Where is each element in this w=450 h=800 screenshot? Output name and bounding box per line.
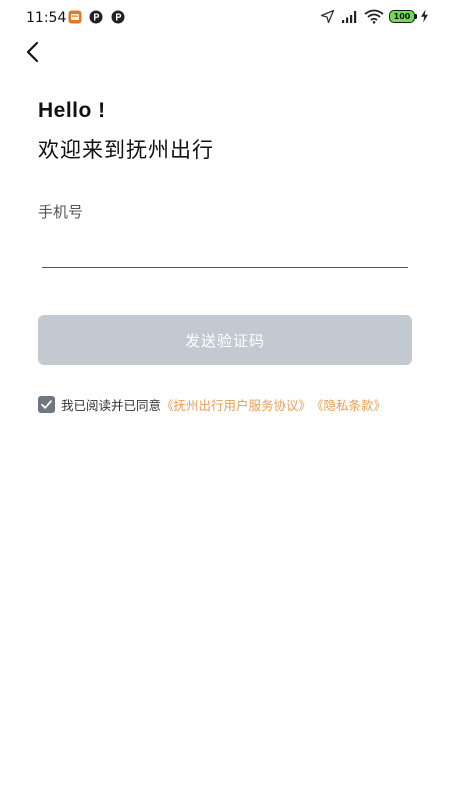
p-notification-icon [111, 10, 125, 24]
checkmark-icon [41, 399, 52, 409]
phone-input[interactable] [42, 232, 408, 268]
agreement-text: 我已阅读并已同意 [61, 397, 162, 413]
p-notification-icon [89, 10, 103, 24]
agree-checkbox[interactable] [38, 395, 55, 413]
battery-tip [415, 14, 417, 19]
app-notification-icon [68, 10, 82, 24]
back-button[interactable] [18, 36, 50, 68]
signal-icon [342, 11, 357, 23]
agreement-row: 我已阅读并已同意 《抚州出行用户服务协议》 《隐私条款》 [38, 394, 386, 414]
navigation-arrow-icon [320, 9, 335, 24]
send-code-button[interactable]: 发送验证码 [38, 315, 412, 365]
greeting-title: Hello ! [38, 99, 106, 122]
privacy-policy-link[interactable]: 《隐私条款》 [311, 395, 386, 414]
welcome-text: 欢迎来到抚州出行 [38, 138, 214, 162]
battery-level: 100 [393, 12, 411, 21]
chevron-left-icon [26, 41, 39, 63]
status-time: 11:54 [26, 10, 67, 26]
status-bar: 11:54 100 [0, 0, 450, 36]
battery-icon: 100 [389, 10, 415, 23]
user-agreement-link[interactable]: 《抚州出行用户服务协议》 [161, 395, 311, 414]
wifi-icon [364, 9, 384, 24]
charging-icon [421, 9, 428, 23]
phone-label: 手机号 [38, 203, 84, 221]
